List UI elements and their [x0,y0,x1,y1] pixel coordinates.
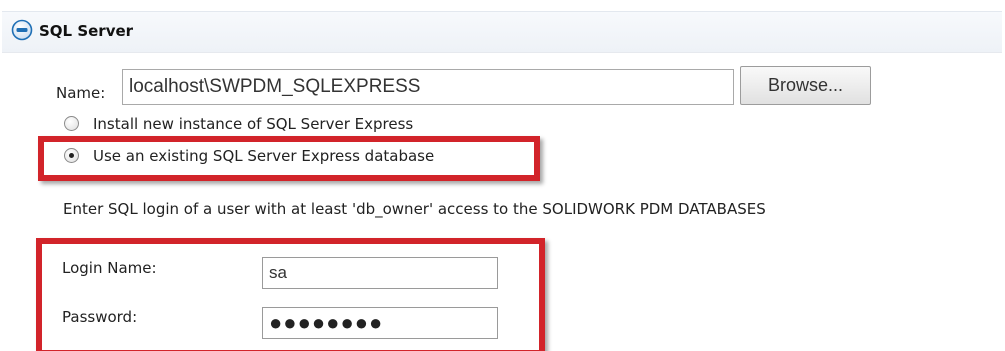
browse-button[interactable]: Browse... [740,66,871,105]
server-name-input[interactable]: localhost\SWPDM_SQLEXPRESS [122,69,734,105]
name-label: Name: [56,84,106,102]
install-new-instance-option[interactable]: Install new instance of SQL Server Expre… [64,113,504,135]
sql-server-panel: SQL Server Name: localhost\SWPDM_SQLEXPR… [0,0,1005,351]
minus-circle-icon[interactable] [11,19,33,41]
section-title: SQL Server [39,22,134,40]
login-instruction: Enter SQL login of a user with at least … [63,200,766,218]
radio-label: Install new instance of SQL Server Expre… [93,115,414,133]
radio-unselected[interactable] [64,116,79,131]
highlight-existing-database [38,136,540,181]
section-header [2,11,1002,53]
highlight-login-credentials [36,238,545,351]
